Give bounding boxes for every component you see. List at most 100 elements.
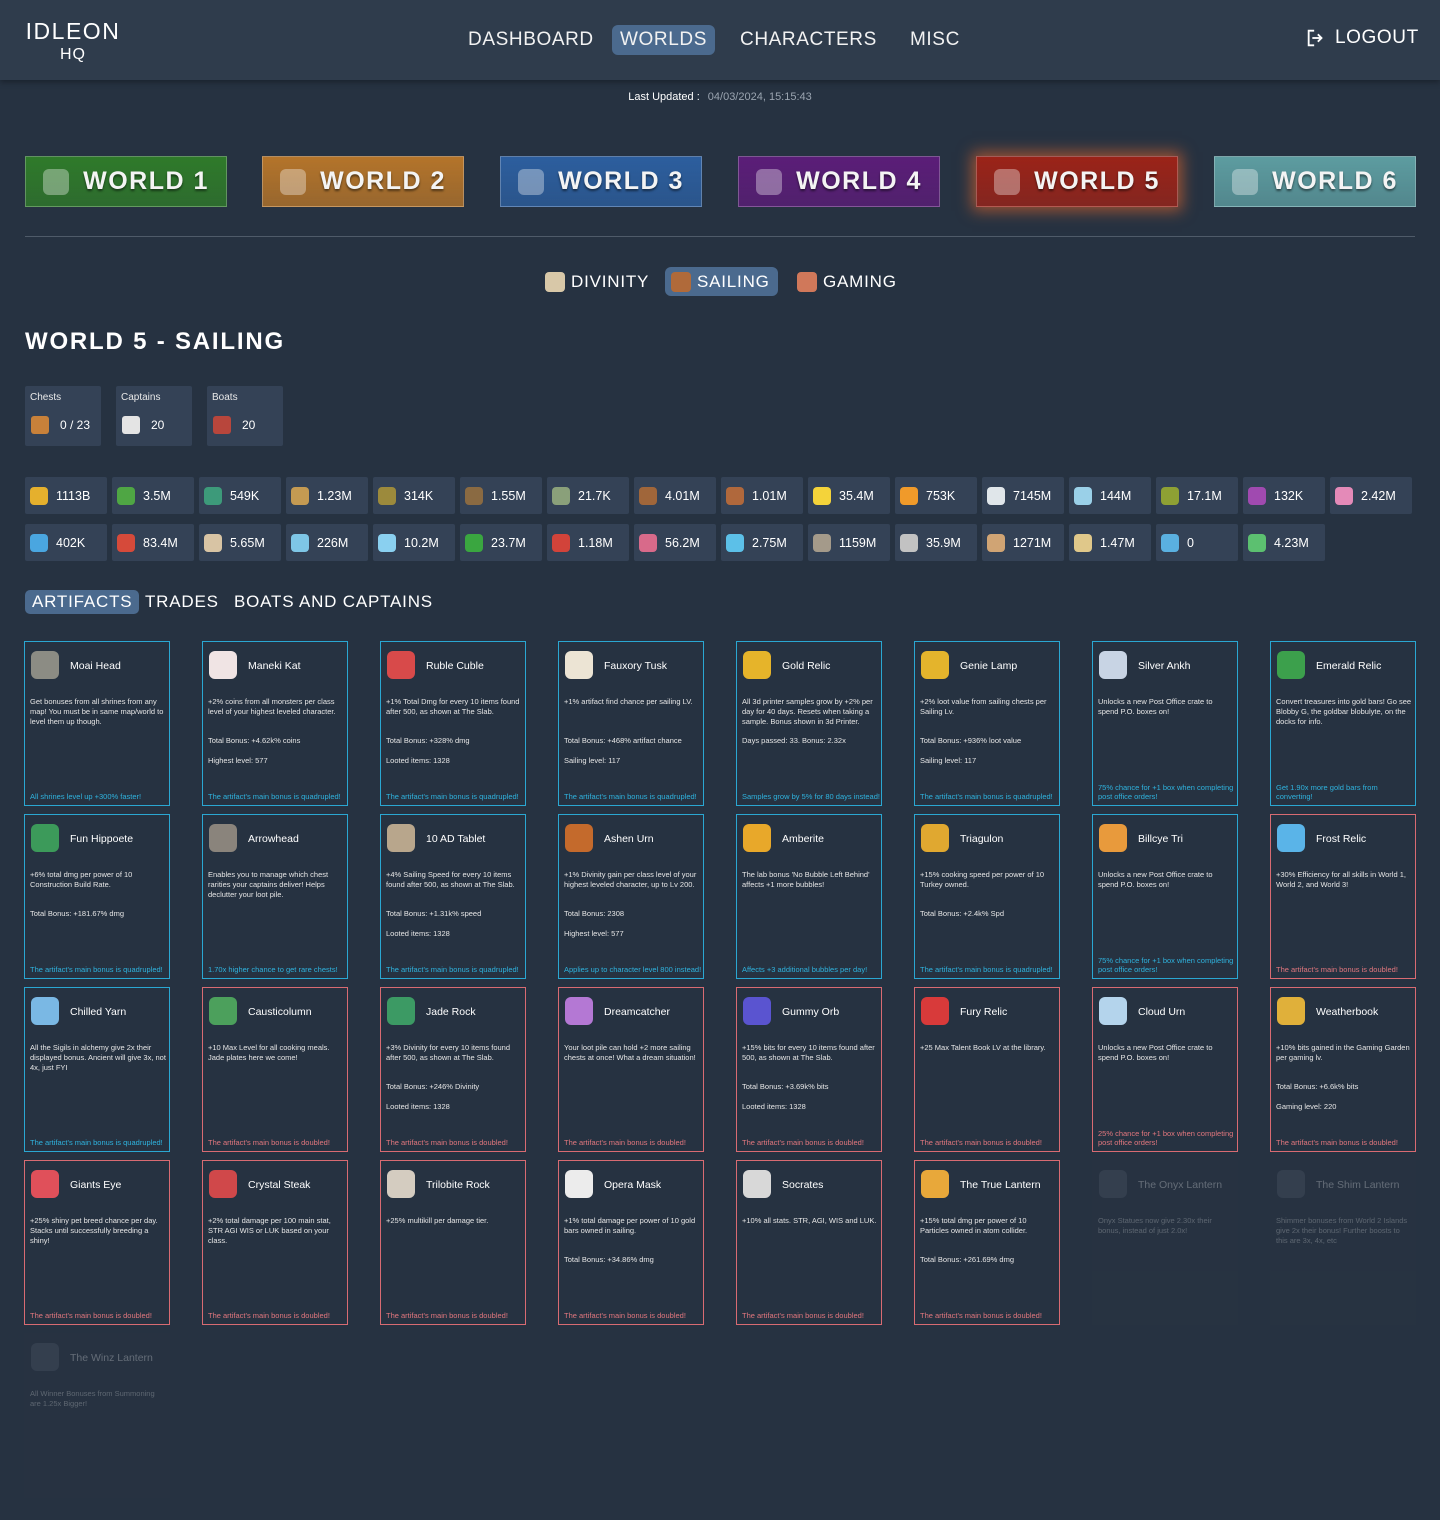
resource-value: 0 bbox=[1187, 535, 1194, 550]
tab-divinity[interactable]: DIVINITY bbox=[539, 267, 657, 296]
artifact-card[interactable]: Fun Hippoete +6% total dmg per power of 1… bbox=[24, 814, 170, 979]
artifact-card[interactable]: Emerald Relic Convert treasures into gold… bbox=[1270, 641, 1416, 806]
world-6-button[interactable]: WORLD 6 bbox=[1214, 156, 1416, 207]
artifact-card[interactable]: Dreamcatcher Your loot pile can hold +2 m… bbox=[558, 987, 704, 1152]
artifact-card[interactable]: Fauxory Tusk +1% artifact find chance per… bbox=[558, 641, 704, 806]
artifact-card[interactable]: Amberite The lab bonus 'No Bubble Left Be… bbox=[736, 814, 882, 979]
artifact-name: Weatherbook bbox=[1316, 1006, 1379, 1018]
tab-artifacts[interactable]: ARTIFACTS bbox=[25, 590, 140, 614]
artifact-card[interactable]: Giants Eye +25% shiny pet breed chance pe… bbox=[24, 1160, 170, 1325]
resource-value: 144M bbox=[1100, 488, 1132, 503]
eye-icon bbox=[31, 1170, 59, 1198]
resource-value: 1159M bbox=[839, 535, 877, 550]
artifact-card[interactable]: Ruble Cuble +1% Total Dmg for every 10 it… bbox=[380, 641, 526, 806]
artifact-card[interactable]: Crystal Steak +2% total damage per 100 ma… bbox=[202, 1160, 348, 1325]
nav-worlds[interactable]: WORLDS bbox=[612, 25, 715, 55]
artifact-name: The Shim Lantern bbox=[1316, 1179, 1400, 1191]
artifact-card[interactable]: Silver Ankh Unlocks a new Post Office cra… bbox=[1092, 641, 1238, 806]
artifact-name: Chilled Yarn bbox=[70, 1006, 127, 1018]
artifact-description: +25% multikill per damage tier. bbox=[386, 1216, 489, 1225]
resource-value: 1.47M bbox=[1100, 535, 1135, 550]
artifact-main-bonus: The artifact's main bonus is quadrupled! bbox=[386, 965, 519, 975]
artifact-description: Onyx Statues now give 2.30x their bonus,… bbox=[1098, 1216, 1212, 1235]
resource-item: 4.23M bbox=[1243, 524, 1325, 561]
world-3-button[interactable]: WORLD 3 bbox=[500, 156, 702, 207]
logout-button[interactable]: LOGOUT bbox=[1305, 27, 1419, 49]
amber-icon bbox=[743, 824, 771, 852]
artifact-name: The Onyx Lantern bbox=[1138, 1179, 1223, 1191]
artifact-card[interactable]: Socrates +10% all stats. STR, AGI, WIS an… bbox=[736, 1160, 882, 1325]
artifact-main-bonus: The artifact's main bonus is doubled! bbox=[742, 1138, 864, 1148]
artifact-total-bonus: Total Bonus: +34.86% dmg bbox=[564, 1255, 654, 1264]
artifact-card[interactable]: Billcye Tri Unlocks a new Post Office cra… bbox=[1092, 814, 1238, 979]
artifact-main-bonus: The artifact's main bonus is doubled! bbox=[386, 1138, 508, 1148]
resource-value: 1.01M bbox=[752, 488, 787, 503]
artifact-card[interactable]: Triagulon +15% cooking speed per power of… bbox=[914, 814, 1060, 979]
world-5-button[interactable]: WORLD 5 bbox=[976, 156, 1178, 207]
world-4-button[interactable]: WORLD 4 bbox=[738, 156, 940, 207]
artifact-description: +2% coins from all monsters per class le… bbox=[208, 697, 336, 716]
artifact-total-bonus: Total Bonus: +6.6k% bits bbox=[1276, 1082, 1359, 1091]
resource-value: 549K bbox=[230, 488, 260, 503]
cloud-rain-icon bbox=[378, 533, 396, 552]
artifact-main-bonus: The artifact's main bonus is quadrupled! bbox=[920, 965, 1053, 975]
resource-item: 144M bbox=[1069, 477, 1151, 514]
artifact-card[interactable]: The True Lantern +15% total dmg per power… bbox=[914, 1160, 1060, 1325]
artifact-card[interactable]: Opera Mask +1% total damage per power of … bbox=[558, 1160, 704, 1325]
artifact-name: Gummy Orb bbox=[782, 1006, 840, 1018]
artifact-main-bonus: All shrines level up +300% faster! bbox=[30, 792, 142, 802]
artifact-name: Socrates bbox=[782, 1179, 824, 1191]
resource-item: 1.18M bbox=[547, 524, 629, 561]
logout-icon bbox=[1307, 29, 1323, 47]
artifact-card[interactable]: The Shim Lantern Shimmer bonuses from Wor… bbox=[1270, 1160, 1416, 1325]
artifact-name: Billcye Tri bbox=[1138, 833, 1183, 845]
world-3-label: WORLD 3 bbox=[558, 167, 684, 195]
world-2-button[interactable]: WORLD 2 bbox=[262, 156, 464, 207]
artifact-card[interactable]: Moai Head Get bonuses from all shrines fr… bbox=[24, 641, 170, 806]
artifact-card[interactable]: Causticolumn +10 Max Level for all cookin… bbox=[202, 987, 348, 1152]
world-1-button[interactable]: WORLD 1 bbox=[25, 156, 227, 207]
nav-dashboard[interactable]: DASHBOARD bbox=[460, 25, 602, 55]
artifact-detail: Looted items: 1328 bbox=[386, 929, 450, 938]
pile-icon bbox=[726, 486, 744, 505]
artifact-card[interactable]: Ashen Urn +1% Divinity gain per class lev… bbox=[558, 814, 704, 979]
nav-misc[interactable]: MISC bbox=[902, 25, 968, 55]
artifact-detail: Looted items: 1328 bbox=[386, 1102, 450, 1111]
stat-label: Boats bbox=[212, 392, 238, 403]
artifact-card[interactable]: 10 AD Tablet +4% Sailing Speed for every … bbox=[380, 814, 526, 979]
tab-trades[interactable]: TRADES bbox=[138, 590, 226, 614]
artifact-card[interactable]: Chilled Yarn All the Sigils in alchemy gi… bbox=[24, 987, 170, 1152]
artifact-description: +10% all stats. STR, AGI, WIS and LUK. bbox=[742, 1216, 877, 1225]
resource-value: 3.5M bbox=[143, 488, 171, 503]
artifact-name: The True Lantern bbox=[960, 1179, 1041, 1191]
artifact-card[interactable]: Frost Relic +30% Efficiency for all skill… bbox=[1270, 814, 1416, 979]
artifact-card[interactable]: Gold Relic All 3d printer samples grow by… bbox=[736, 641, 882, 806]
artifact-card[interactable]: Maneki Kat +2% coins from all monsters pe… bbox=[202, 641, 348, 806]
gold-bar-icon bbox=[30, 486, 48, 505]
artifact-name: Moai Head bbox=[70, 660, 121, 672]
artifact-card[interactable]: The Onyx Lantern Onyx Statues now give 2.… bbox=[1092, 1160, 1238, 1325]
tab-boats-and-captains[interactable]: BOATS AND CAPTAINS bbox=[227, 590, 440, 614]
artifact-total-bonus: Total Bonus: +261.69% dmg bbox=[920, 1255, 1015, 1264]
resource-value: 2.75M bbox=[752, 535, 787, 550]
world-6-icon bbox=[1232, 168, 1259, 195]
idol-icon bbox=[291, 486, 309, 505]
artifact-card[interactable]: Gummy Orb +15% bits for every 10 items fo… bbox=[736, 987, 882, 1152]
resource-value: 21.7K bbox=[578, 488, 611, 503]
artifact-card[interactable]: The Winz Lantern All Winner Bonuses from … bbox=[24, 1333, 170, 1498]
pyramid-icon bbox=[1099, 824, 1127, 852]
tab-gaming[interactable]: GAMING bbox=[791, 267, 905, 296]
winz-lantern-icon bbox=[31, 1343, 59, 1371]
idleon-hq-logo[interactable]: IDLEON HQ bbox=[25, 20, 121, 63]
artifact-card[interactable]: Genie Lamp +2% loot value from sailing ch… bbox=[914, 641, 1060, 806]
artifact-card[interactable]: Arrowhead Enables you to manage which che… bbox=[202, 814, 348, 979]
nav-characters[interactable]: CHARACTERS bbox=[732, 25, 885, 55]
artifact-card[interactable]: Trilobite Rock +25% multikill per damage … bbox=[380, 1160, 526, 1325]
artifact-card[interactable]: Jade Rock +3% Divinity for every 10 items… bbox=[380, 987, 526, 1152]
artifact-card[interactable]: Weatherbook +10% bits gained in the Gamin… bbox=[1270, 987, 1416, 1152]
artifact-card[interactable]: Cloud Urn Unlocks a new Post Office crate… bbox=[1092, 987, 1238, 1152]
tab-sailing[interactable]: SAILING bbox=[665, 267, 778, 296]
stat-chests: Chests 0 / 23 bbox=[25, 386, 101, 446]
blue-rune-icon bbox=[1161, 533, 1179, 552]
artifact-card[interactable]: Fury Relic +25 Max Talent Book LV at the … bbox=[914, 987, 1060, 1152]
